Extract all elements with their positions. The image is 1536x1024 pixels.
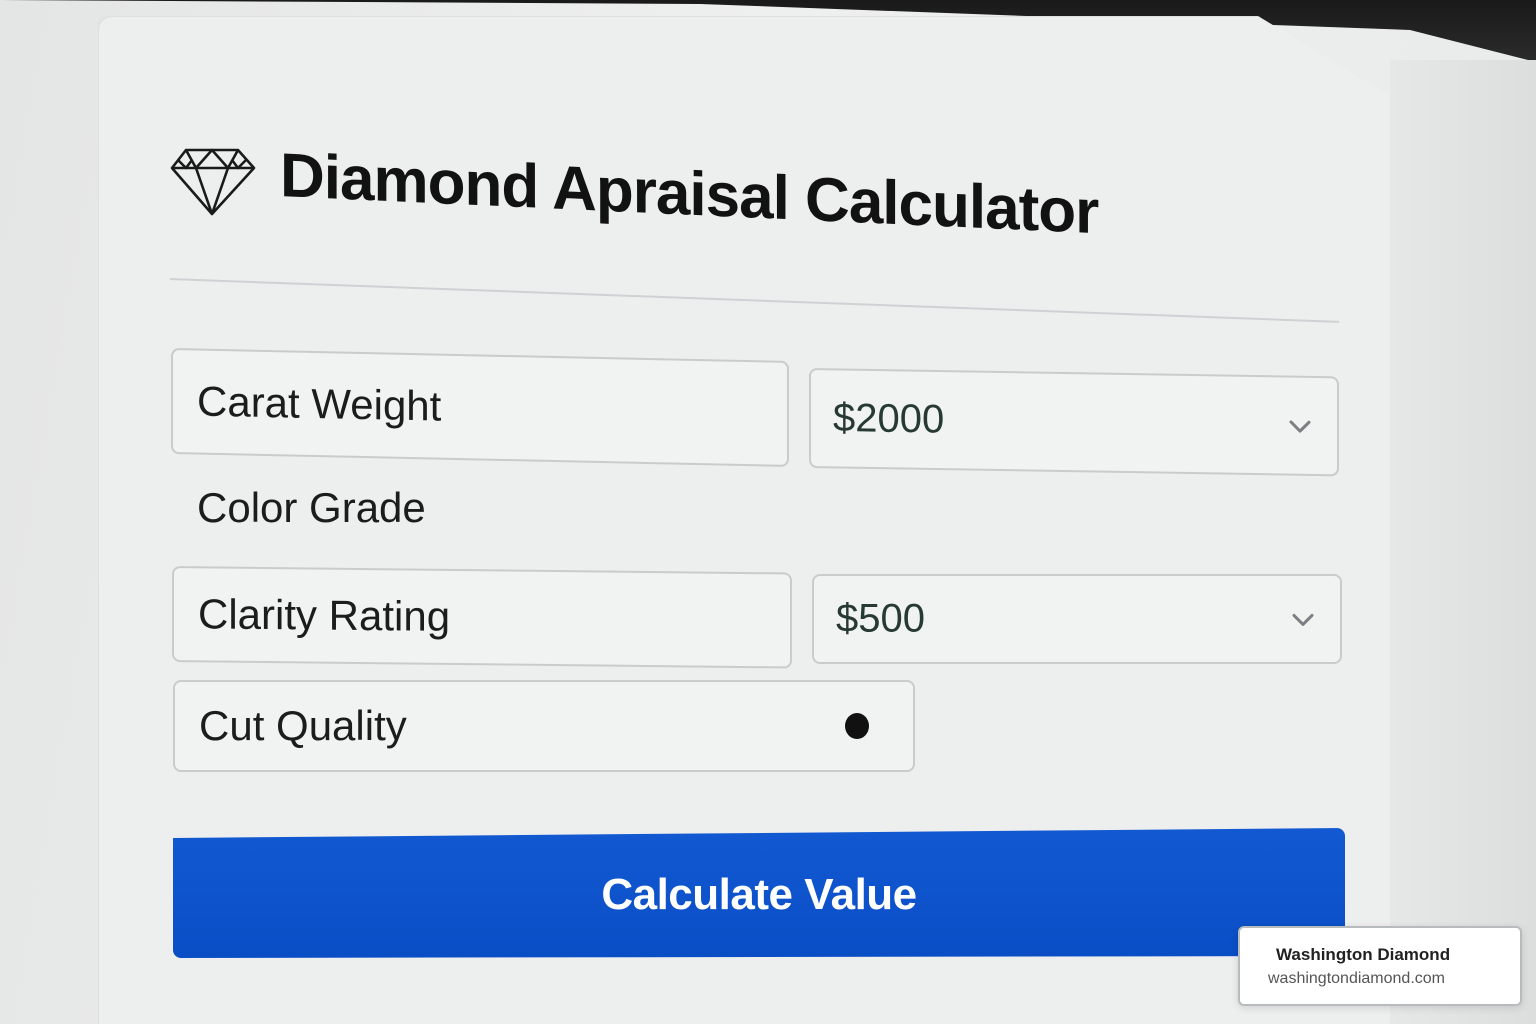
radio-selected-dot[interactable] [845, 713, 869, 739]
color-grade-label: Color Grade [197, 484, 426, 531]
carat-weight-label: Carat Weight [197, 377, 442, 430]
clarity-rating-label: Clarity Rating [198, 590, 451, 640]
clarity-rating-select-value: $500 [836, 596, 925, 641]
chevron-down-icon [1292, 613, 1314, 626]
carat-weight-field[interactable]: Carat Weight [171, 348, 789, 467]
calculate-value-button[interactable]: Calculate Value [173, 828, 1345, 958]
cut-quality-field[interactable]: Cut Quality [173, 680, 915, 772]
header: Diamond Apraisal Calculator [168, 140, 1098, 250]
cut-quality-label: Cut Quality [199, 702, 407, 749]
carat-weight-select-value: $2000 [833, 395, 945, 442]
screen-background [1390, 60, 1536, 1024]
chevron-down-icon [1289, 420, 1311, 433]
brand-name: Washington Diamond [1276, 945, 1451, 964]
diamond-icon [170, 148, 256, 216]
clarity-rating-select[interactable]: $500 [812, 574, 1342, 664]
carat-weight-select[interactable]: $2000 [809, 368, 1339, 477]
brand-url: washingtondiamond.com [1268, 970, 1445, 987]
clarity-rating-field[interactable]: Clarity Rating [172, 566, 792, 669]
page-title: Diamond Apraisal Calculator [280, 141, 1099, 248]
brand-badge: Washington Diamond washingtondiamond.com [1238, 926, 1522, 1006]
calculate-value-label: Calculate Value [601, 870, 917, 919]
